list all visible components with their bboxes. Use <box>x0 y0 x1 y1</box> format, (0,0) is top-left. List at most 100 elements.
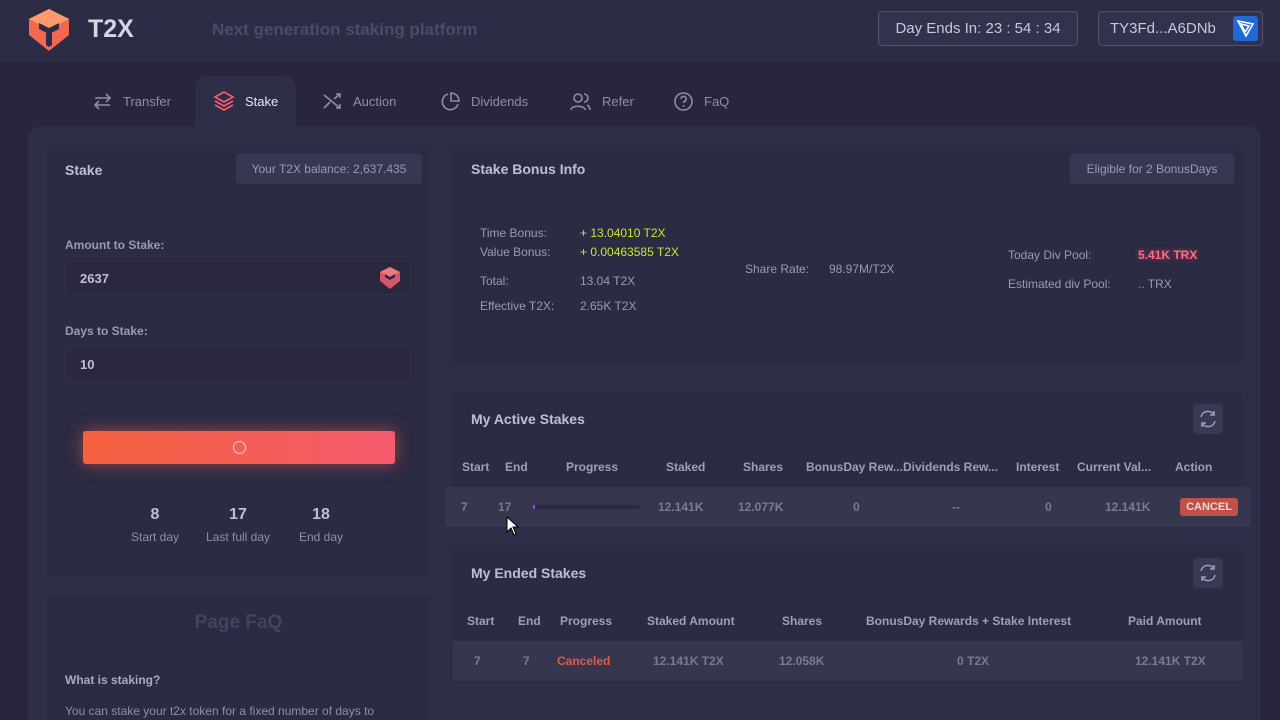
ended-th-start: Start <box>467 614 495 628</box>
refresh-icon <box>1200 410 1216 428</box>
est-pool-label: Estimated div Pool: <box>1008 277 1111 291</box>
ended-cell-paid: 12.141K T2X <box>1135 654 1206 668</box>
faq-answer: You can stake your t2x token for a fixed… <box>65 704 375 718</box>
transfer-icon <box>93 92 112 110</box>
mouse-cursor-icon <box>506 516 520 536</box>
time-bonus-label: Time Bonus: <box>480 226 547 240</box>
active-refresh-button[interactable] <box>1193 404 1223 434</box>
ended-th-end: End <box>518 614 541 628</box>
t2x-logo-icon[interactable] <box>26 7 72 53</box>
active-cell-interest: 0 <box>1045 500 1052 514</box>
ended-cell-status: Canceled <box>557 654 611 668</box>
amount-label: Amount to Stake: <box>65 238 165 252</box>
tab-transfer-label: Transfer <box>123 93 171 109</box>
days-value: 10 <box>80 356 95 372</box>
active-cell-current: 12.141K <box>1105 500 1151 514</box>
stake-button[interactable] <box>83 431 395 464</box>
wallet-button[interactable]: TY3Fd...A6DNb <box>1098 11 1263 46</box>
today-pool-label: Today Div Pool: <box>1008 248 1092 262</box>
tagline: Next generation staking platform <box>212 20 478 39</box>
pie-chart-icon <box>441 91 460 110</box>
ended-cell-shares: 12.058K <box>779 654 825 668</box>
active-th-shares: Shares <box>743 460 784 474</box>
active-th-dividends: Dividends Rew... <box>903 460 998 474</box>
max-t2x-icon[interactable] <box>378 266 402 290</box>
ended-th-progress: Progress <box>560 614 613 628</box>
time-bonus-value: + 13.04010 T2X <box>580 226 666 240</box>
help-circle-icon <box>674 91 693 111</box>
active-cell-staked: 12.141K <box>658 500 704 514</box>
active-th-progress: Progress <box>566 460 619 474</box>
total-label: Total: <box>480 274 509 288</box>
shuffle-icon <box>323 92 341 109</box>
users-icon <box>570 92 591 110</box>
active-th-staked: Staked <box>666 460 706 474</box>
effective-label: Effective T2X: <box>480 299 555 313</box>
tab-refer[interactable]: Refer <box>569 76 634 126</box>
eligible-badge: Eligible for 2 BonusDays <box>1070 154 1234 184</box>
tab-stake-label: Stake <box>245 93 279 109</box>
active-cell-shares: 12.077K <box>738 500 784 514</box>
bonus-info-title: Stake Bonus Info <box>471 161 586 177</box>
total-value: 13.04 T2X <box>580 274 636 288</box>
active-progress-bar <box>533 505 640 509</box>
ended-cell-end: 7 <box>523 654 530 668</box>
amount-value: 2637 <box>80 270 109 286</box>
ended-th-shares: Shares <box>782 614 823 628</box>
tab-dividends-label: Dividends <box>471 93 529 109</box>
ended-stakes-title: My Ended Stakes <box>471 565 587 581</box>
days-input[interactable]: 10 <box>65 347 410 381</box>
tab-auction-label: Auction <box>353 93 397 109</box>
today-pool-value: 5.41K TRX <box>1138 248 1198 262</box>
tab-faq-label: FaQ <box>704 93 730 109</box>
ended-th-paid: Paid Amount <box>1128 614 1202 628</box>
tab-refer-label: Refer <box>602 93 634 109</box>
tronlink-icon <box>1233 16 1258 41</box>
brand-name: T2X <box>88 15 134 43</box>
share-rate-value: 98.97M/T2X <box>829 262 895 276</box>
active-cell-start: 7 <box>461 500 468 514</box>
active-cell-bonusday: 0 <box>853 500 860 514</box>
active-cell-dividends: -- <box>952 500 960 514</box>
share-rate-label: Share Rate: <box>745 262 810 276</box>
top-header: T2X Next generation staking platform Day… <box>0 0 1280 62</box>
layers-icon <box>213 91 235 111</box>
active-th-start: Start <box>462 460 490 474</box>
ended-th-rewards: BonusDay Rewards + Stake Interest <box>866 614 1072 628</box>
cancel-stake-button[interactable]: CANCEL <box>1180 498 1238 516</box>
faq-question[interactable]: What is staking? <box>65 673 160 687</box>
tab-stake[interactable]: Stake <box>195 76 297 126</box>
active-th-current: Current Val... <box>1077 460 1152 474</box>
ended-cell-start: 7 <box>474 654 481 668</box>
wallet-address: TY3Fd...A6DNb <box>1110 20 1216 37</box>
tab-transfer[interactable]: Transfer <box>92 76 171 126</box>
active-th-interest: Interest <box>1016 460 1060 474</box>
active-progress-fill <box>533 505 536 509</box>
ended-refresh-button[interactable] <box>1193 558 1223 588</box>
day-ends-timer: Day Ends In: 23 : 54 : 34 <box>878 11 1078 46</box>
refresh-icon <box>1200 564 1216 582</box>
ended-cell-rewards: 0 T2X <box>957 654 990 668</box>
tab-auction[interactable]: Auction <box>322 76 396 126</box>
ended-th-staked: Staked Amount <box>647 614 735 628</box>
active-cell-end: 17 <box>498 500 512 514</box>
loading-spinner-icon <box>232 441 246 454</box>
active-th-end: End <box>505 460 528 474</box>
end-day-value: 18 <box>312 506 330 523</box>
value-bonus-label: Value Bonus: <box>480 245 551 259</box>
active-th-action: Action <box>1175 460 1213 474</box>
active-th-bonusday: BonusDay Rew... <box>806 460 903 474</box>
active-stakes-title: My Active Stakes <box>471 411 585 427</box>
value-bonus-value: + 0.00463585 T2X <box>580 245 679 259</box>
tab-faq[interactable]: FaQ <box>673 76 729 126</box>
days-label: Days to Stake: <box>65 324 148 338</box>
faq-title: Page FaQ <box>194 612 283 633</box>
est-pool-value: .. TRX <box>1138 277 1172 291</box>
tab-dividends[interactable]: Dividends <box>440 76 528 126</box>
balance-badge: Your T2X balance: 2,637.435 <box>236 154 422 184</box>
amount-input[interactable]: 2637 <box>65 261 410 295</box>
stake-panel-title: Stake <box>65 162 103 178</box>
effective-value: 2.65K T2X <box>580 299 637 313</box>
ended-cell-staked: 12.141K T2X <box>653 654 724 668</box>
end-day-caption: End day <box>298 530 344 544</box>
